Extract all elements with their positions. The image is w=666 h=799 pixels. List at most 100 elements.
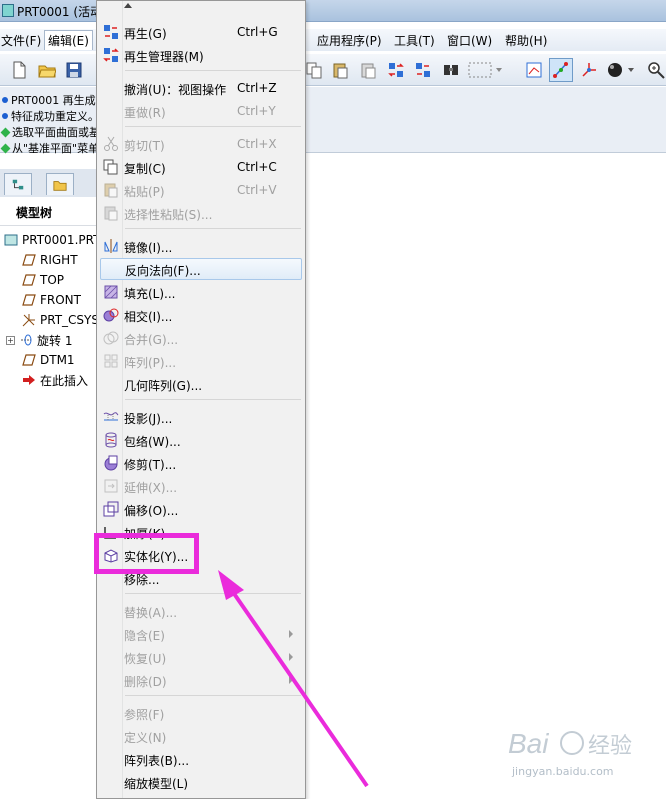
menu-item-flip-normal[interactable]: 反向法向(F)...: [100, 258, 302, 280]
part-icon: [4, 234, 18, 246]
menu-item-trim[interactable]: 修剪(T)...: [99, 452, 303, 474]
menu-separator: [125, 70, 301, 71]
folder-browser-icon: [53, 180, 67, 191]
menu-item-fill[interactable]: 填充(L)...: [99, 281, 303, 303]
menu-edit[interactable]: 编辑(E): [44, 30, 93, 50]
pattern-icon: [103, 353, 119, 369]
datum-points-toggle-icon[interactable]: [549, 58, 573, 82]
menu-item-intersect[interactable]: 相交(I)...: [99, 304, 303, 326]
sketch-view-icon[interactable]: [524, 60, 544, 80]
menu-item-offset[interactable]: 偏移(O)...: [99, 498, 303, 520]
datum-plane-icon: [22, 354, 36, 366]
message-line: PRT0001 再生成功: [2, 92, 107, 108]
menu-separator: [125, 695, 301, 696]
paste-icon: [103, 182, 119, 198]
shading-icon[interactable]: [606, 60, 636, 80]
csys-icon: [22, 314, 35, 327]
model-tree-icon: [12, 179, 24, 189]
info-dot-icon: [2, 113, 8, 119]
datum-plane-icon: [22, 294, 36, 306]
scroll-up-arrow-icon[interactable]: [124, 3, 132, 8]
insert-arrow-icon: [23, 375, 35, 385]
menu-item-scale-model[interactable]: 缩放模型(L): [99, 771, 303, 793]
menu-item-suppress[interactable]: 隐含(E): [99, 623, 303, 645]
csys-display-icon[interactable]: [579, 60, 599, 80]
menu-item-resume[interactable]: 恢复(U): [99, 646, 303, 668]
menu-file[interactable]: 文件(F): [1, 32, 41, 49]
menu-item-extend[interactable]: 延伸(X)...: [99, 475, 303, 497]
prompt-diamond-icon: [0, 127, 11, 137]
wrap-icon: [103, 432, 119, 448]
fill-icon: [103, 284, 119, 300]
project-icon: [103, 409, 119, 425]
merge-icon: [103, 330, 119, 346]
open-folder-icon[interactable]: [37, 60, 57, 80]
menu-item-delete[interactable]: 删除(D): [99, 669, 303, 691]
menu-item-undo[interactable]: 撤消(U)：视图操作 Ctrl+Z: [99, 77, 303, 99]
tree-item-revolve[interactable]: + 旋转 1: [6, 330, 103, 350]
submenu-arrow-icon: [289, 676, 293, 684]
menu-item-merge[interactable]: 合并(G)...: [99, 327, 303, 349]
baidu-logo-icon: Bai 经验: [508, 728, 632, 759]
regenerate-tool-icon[interactable]: [386, 60, 406, 80]
menu-item-wrap[interactable]: 包络(W)...: [99, 429, 303, 451]
menu-help[interactable]: 帮助(H): [505, 32, 547, 49]
menu-item-project[interactable]: 投影(J)...: [99, 406, 303, 428]
menu-item-geometry-pattern[interactable]: 几何阵列(G)...: [99, 373, 303, 395]
window-title: PRT0001 (活动: [17, 5, 103, 19]
paste-tool-icon[interactable]: [330, 60, 350, 80]
cut-icon: [103, 136, 119, 152]
menu-tools[interactable]: 工具(T): [394, 32, 435, 49]
menu-separator: [125, 593, 301, 594]
tab-folder-browser[interactable]: [46, 173, 74, 195]
zoom-in-icon[interactable]: [646, 60, 666, 80]
trim-icon: [103, 455, 119, 471]
datum-plane-icon: [22, 254, 36, 266]
model-tree-title: 模型树: [16, 206, 53, 220]
paste-special-icon: [103, 205, 119, 221]
menu-applications[interactable]: 应用程序(P): [317, 32, 382, 49]
offset-icon: [103, 501, 119, 517]
save-icon[interactable]: [64, 60, 84, 80]
menu-item-regenerate[interactable]: 再生(G) Ctrl+G: [99, 21, 303, 43]
navigator-panel: 模型树 PRT0001.PRT RIGHT TOP FRONT PRT_CSYS…: [0, 167, 100, 799]
menu-item-pattern-table[interactable]: 阵列表(B)...: [99, 748, 303, 770]
menu-item-references[interactable]: 参照(F): [99, 702, 303, 724]
message-line: 选取平面曲面或基: [0, 124, 100, 140]
highlight-box: [94, 533, 199, 574]
selection-filter-icon[interactable]: [468, 60, 502, 80]
menu-separator: [125, 228, 301, 229]
menu-item-paste[interactable]: 粘贴(P) Ctrl+V: [99, 179, 303, 201]
message-line: 从"基准平面"菜单(: [0, 140, 103, 156]
svg-text:经验: 经验: [588, 734, 632, 759]
intersect-icon: [103, 307, 119, 323]
svg-text:Bai: Bai: [508, 728, 549, 759]
copy-icon: [103, 159, 119, 175]
app-icon: [2, 4, 14, 17]
new-file-icon[interactable]: [9, 60, 29, 80]
menu-item-cut[interactable]: 剪切(T) Ctrl+X: [99, 133, 303, 155]
regen-manager-tool-icon[interactable]: [413, 60, 433, 80]
menu-item-definition[interactable]: 定义(N): [99, 725, 303, 747]
menu-item-redo[interactable]: 重做(R) Ctrl+Y: [99, 100, 303, 122]
menu-item-paste-special[interactable]: 选择性粘贴(S)...: [99, 202, 303, 224]
menu-item-mirror[interactable]: 镜像(I)...: [99, 235, 303, 257]
menu-item-copy[interactable]: 复制(C) Ctrl+C: [99, 156, 303, 178]
menu-item-regen-manager[interactable]: 再生管理器(M): [99, 44, 303, 66]
menu-item-pattern[interactable]: 阵列(P)...: [99, 350, 303, 372]
find-icon[interactable]: [441, 60, 461, 80]
regen-manager-icon: [103, 47, 119, 63]
edit-dropdown-menu: 再生(G) Ctrl+G 再生管理器(M) 撤消(U)：视图操作 Ctrl+Z …: [96, 0, 306, 799]
menu-item-replace[interactable]: 替换(A)...: [99, 600, 303, 622]
tab-model-tree[interactable]: [4, 173, 32, 195]
navigator-tabs: [0, 169, 97, 197]
expand-icon[interactable]: +: [6, 335, 15, 345]
info-dot-icon: [2, 97, 8, 103]
tree-item-root[interactable]: PRT0001.PRT: [4, 230, 101, 250]
menu-window[interactable]: 窗口(W): [447, 32, 492, 49]
menu-separator: [125, 126, 301, 127]
message-line: 特征成功重定义。: [2, 108, 99, 124]
revolve-icon: [21, 334, 32, 346]
copy-tool-icon[interactable]: [304, 60, 324, 80]
paste-special-tool-icon[interactable]: [358, 60, 378, 80]
